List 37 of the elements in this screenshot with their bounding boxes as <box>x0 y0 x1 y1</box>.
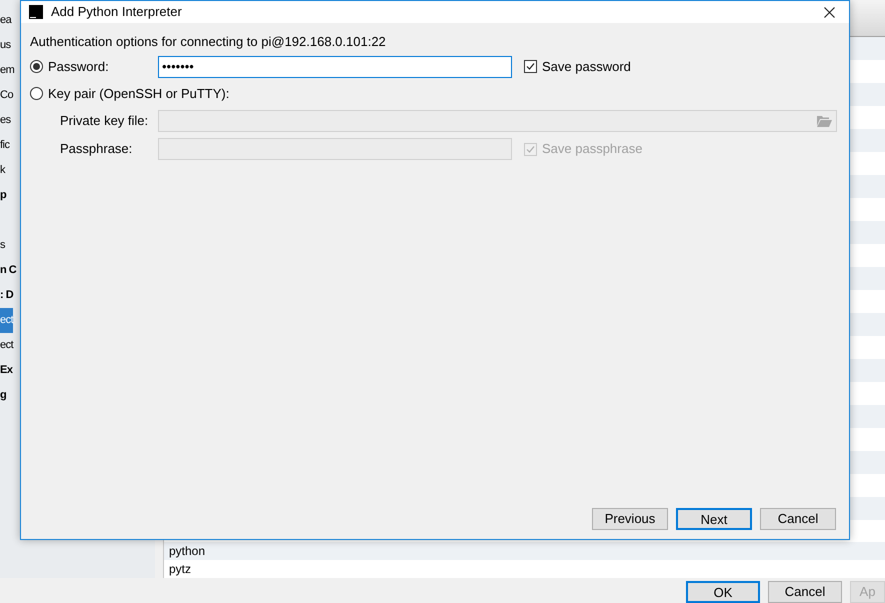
check-icon <box>526 144 535 154</box>
table-cell-text: pytz <box>169 561 192 578</box>
checkbox[interactable] <box>524 60 537 73</box>
sidebar-item[interactable]: g <box>0 383 6 408</box>
radio-label: Password: <box>48 58 109 76</box>
table-cell-text: python <box>169 543 206 560</box>
checkbox-label: Save password <box>542 58 631 76</box>
window-title: Add Python Interpreter <box>51 3 183 22</box>
heading: Authentication options for connecting to pi@192.168.0.101:22 <box>30 33 387 50</box>
password-field[interactable]: ••••••• <box>158 56 512 78</box>
field-label: Passphrase: <box>60 140 134 158</box>
dialog-button[interactable]: OK <box>686 581 760 603</box>
app-logo-icon <box>29 5 43 19</box>
checkbox-label: Save passphrase <box>542 140 642 158</box>
dialog-button[interactable]: Cancel <box>768 581 842 603</box>
radio-button[interactable] <box>30 60 43 73</box>
sidebar-item[interactable]: Co <box>0 83 14 108</box>
dialog-button[interactable]: Previous <box>592 508 668 530</box>
close-icon[interactable] <box>824 6 835 18</box>
dialog-button[interactable]: Next <box>676 508 752 530</box>
sidebar-item[interactable]: : D <box>0 283 14 308</box>
sidebar-item[interactable]: ect <box>0 333 14 358</box>
sidebar-item[interactable]: fic <box>0 133 10 158</box>
sidebar-item[interactable]: Ex <box>0 358 12 383</box>
radio-label: Key pair (OpenSSH or PuTTY): <box>48 84 230 103</box>
sidebar-item[interactable]: us <box>0 33 11 58</box>
radio-button[interactable] <box>30 87 43 100</box>
sidebar-item[interactable]: p <box>0 183 6 208</box>
field-label: Private key file: <box>60 112 150 130</box>
sidebar-item[interactable]: es <box>0 108 11 133</box>
sidebar-item[interactable]: ea <box>0 8 12 33</box>
sidebar-item[interactable]: k <box>0 158 5 183</box>
sidebar-item[interactable]: n C <box>0 258 16 283</box>
sidebar-item[interactable]: s <box>0 233 5 258</box>
check-icon <box>526 62 535 71</box>
sidebar-item[interactable]: em <box>0 58 14 83</box>
dialog-button[interactable]: Cancel <box>760 508 836 530</box>
